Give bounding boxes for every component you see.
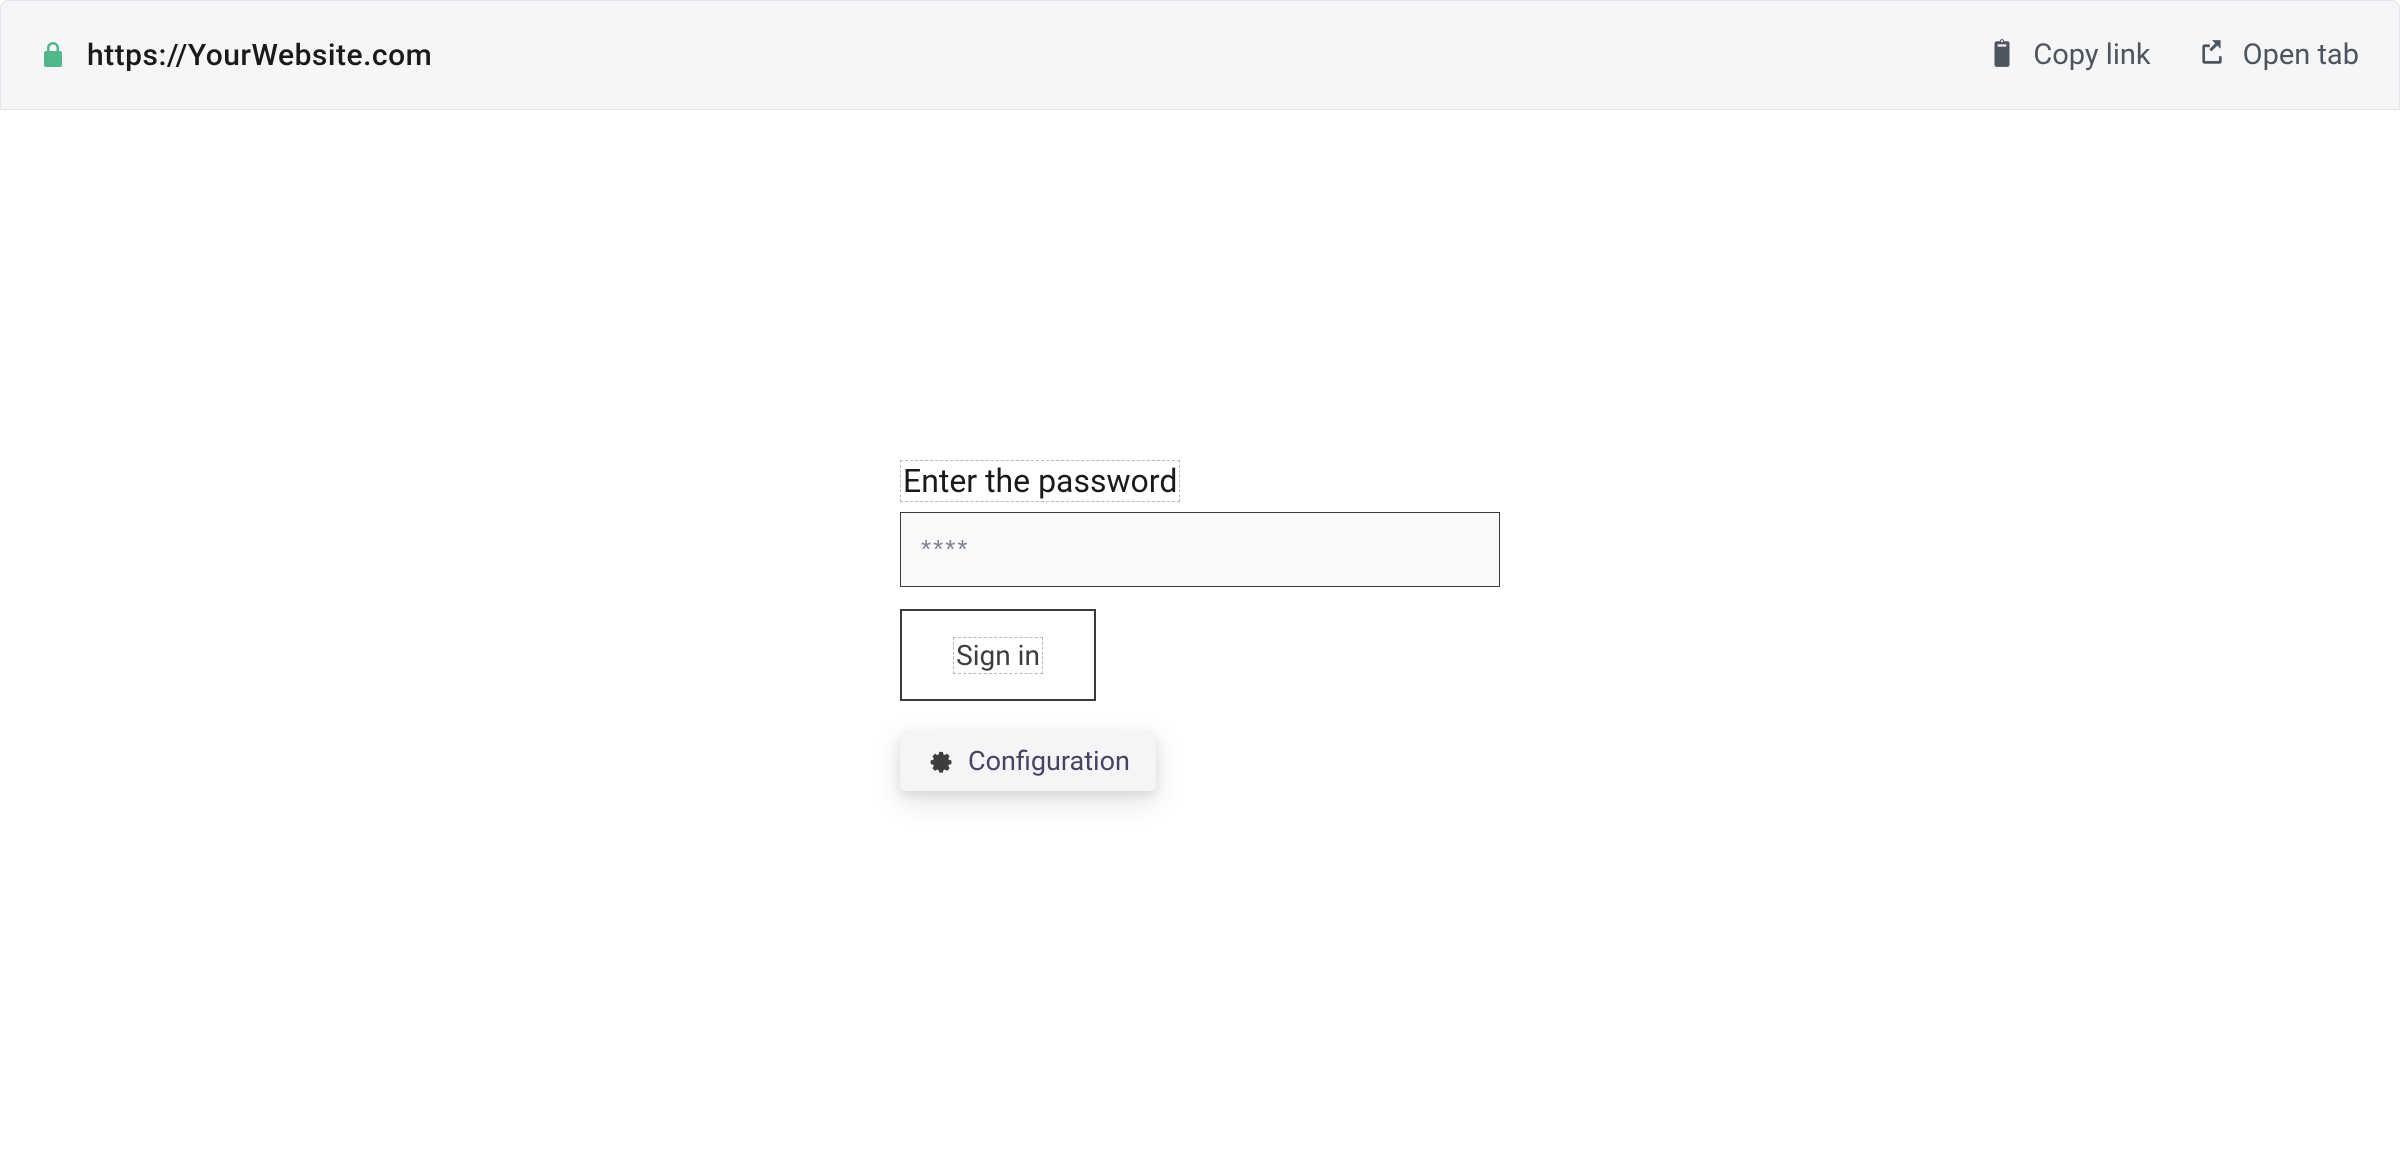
clipboard-icon — [1989, 38, 2015, 72]
open-tab-icon — [2199, 38, 2225, 72]
configuration-button[interactable]: Configuration — [900, 731, 1156, 791]
browser-actions: Copy link Open tab — [1989, 38, 2359, 72]
lock-icon — [41, 41, 65, 69]
url-section: https://YourWebsite.com — [41, 38, 432, 73]
password-label[interactable]: Enter the password — [900, 460, 1180, 502]
copy-link-button[interactable]: Copy link — [1989, 38, 2150, 72]
configuration-label: Configuration — [968, 745, 1130, 777]
signin-label: Sign in — [953, 637, 1043, 674]
open-tab-label: Open tab — [2243, 38, 2359, 72]
password-input[interactable] — [900, 512, 1500, 587]
login-form: Enter the password Sign in Configuration — [900, 460, 1500, 791]
copy-link-label: Copy link — [2033, 38, 2150, 72]
page-content: Enter the password Sign in Configuration — [0, 110, 2400, 791]
open-tab-button[interactable]: Open tab — [2199, 38, 2359, 72]
url-text[interactable]: https://YourWebsite.com — [87, 38, 432, 73]
browser-address-bar: https://YourWebsite.com Copy link Open t… — [0, 0, 2400, 110]
gear-icon — [926, 747, 954, 775]
signin-button[interactable]: Sign in — [900, 609, 1096, 701]
